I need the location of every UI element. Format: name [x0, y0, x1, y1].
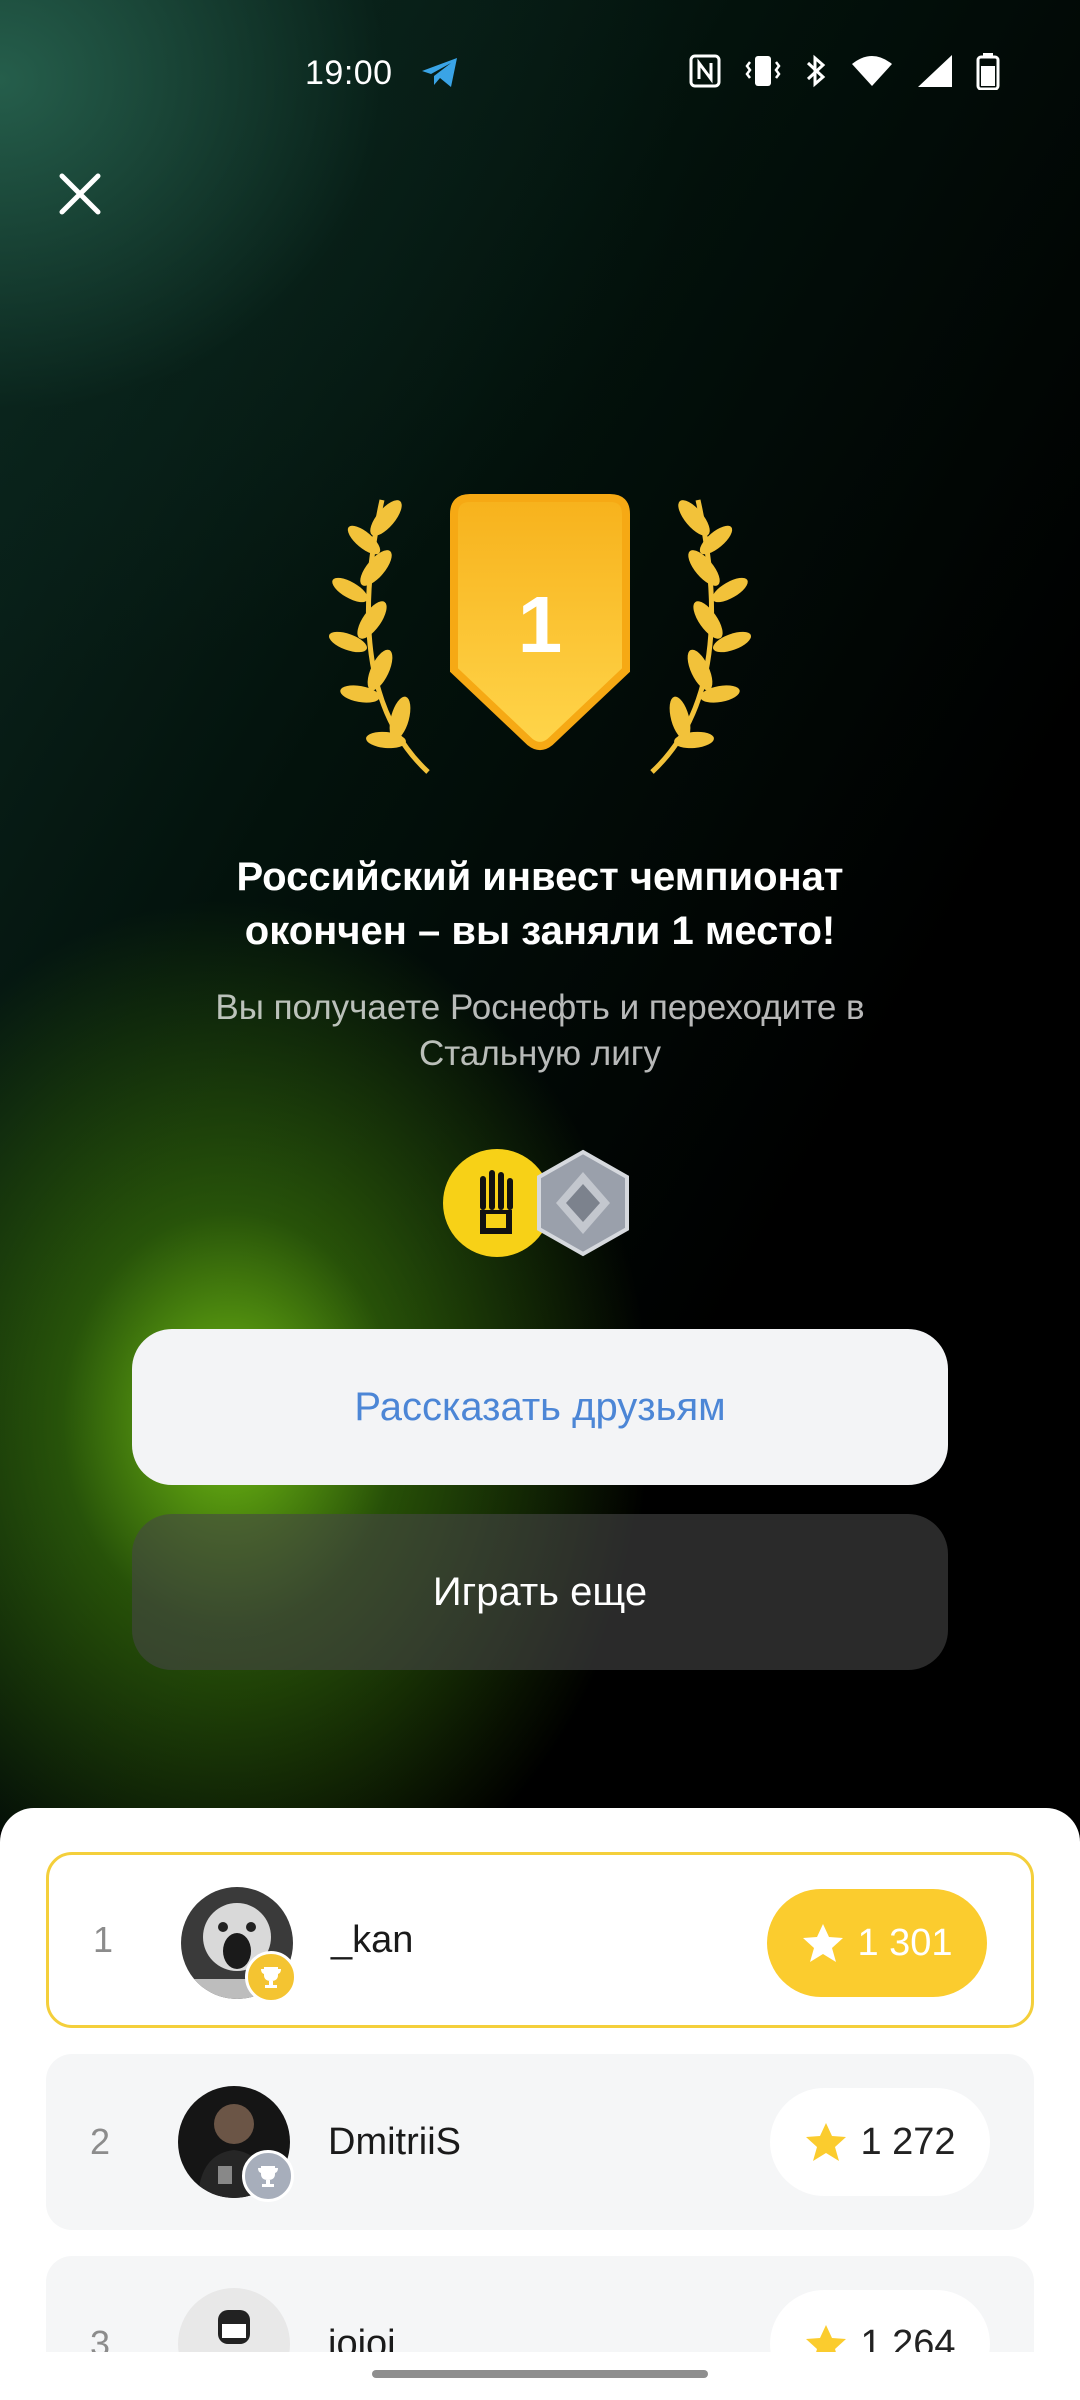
title-line-1: Российский инвест чемпионат [236, 855, 844, 899]
first-place-badge: 1 [329, 494, 751, 774]
score-pill: 1 301 [767, 1889, 987, 1997]
subtitle-line-1: Вы получаете Роснефть и переходите в [215, 988, 865, 1027]
rosneft-logo-icon [443, 1149, 551, 1257]
score-value: 1 272 [860, 2120, 956, 2163]
title-line-2: окончен – вы заняли 1 место! [244, 909, 836, 953]
rank-number: 1 [93, 1919, 114, 1960]
leaderboard-row[interactable]: 2 DmitriiS 1 272 [46, 2054, 1034, 2230]
subtitle-line-2: Стальную лигу [418, 1034, 662, 1073]
signal-icon [918, 55, 952, 87]
steel-league-icon [537, 1149, 629, 1257]
laurel-right-icon [650, 499, 751, 774]
score-value: 1 301 [857, 1921, 953, 1964]
laurel-left-icon [329, 499, 430, 774]
leaderboard-row[interactable]: 1 _kan 1 301 [46, 1852, 1034, 2028]
rank-number: 2 [90, 2121, 111, 2162]
username: DmitriiS [328, 2120, 461, 2163]
status-icons [688, 52, 1000, 90]
close-icon[interactable] [54, 168, 106, 220]
share-with-friends-button[interactable]: Рассказать друзьям [132, 1329, 948, 1485]
star-icon [806, 2123, 847, 2161]
rewards [443, 1149, 629, 1257]
result-title: Российский инвест чемпионат окончен – вы… [90, 850, 990, 958]
leaderboard-sheet[interactable]: 1 _kan 1 301 2 DmitriiS 1 272 3 iojoi 1 … [0, 1808, 1080, 2400]
status-time: 19:00 [305, 54, 393, 92]
result-subtitle: Вы получаете Роснефть и переходите в Ста… [120, 985, 960, 1077]
bluetooth-icon [806, 54, 826, 88]
score-pill: 1 272 [770, 2088, 990, 2196]
wifi-icon [852, 56, 892, 86]
play-again-button[interactable]: Играть еще [132, 1514, 948, 1670]
home-indicator[interactable] [372, 2370, 708, 2378]
telegram-icon [422, 58, 457, 87]
vibrate-icon [745, 56, 781, 86]
place-number: 1 [518, 580, 563, 669]
play-again-label: Играть еще [432, 1569, 648, 1614]
gold-trophy-icon [245, 1951, 297, 2003]
username: _kan [331, 1918, 414, 1961]
star-icon [803, 1924, 844, 1962]
status-bar: 19:00 [0, 40, 1080, 100]
silver-trophy-icon [242, 2150, 294, 2202]
battery-icon [976, 53, 1000, 90]
share-button-label: Рассказать друзьям [354, 1384, 726, 1429]
nfc-icon [689, 54, 721, 88]
